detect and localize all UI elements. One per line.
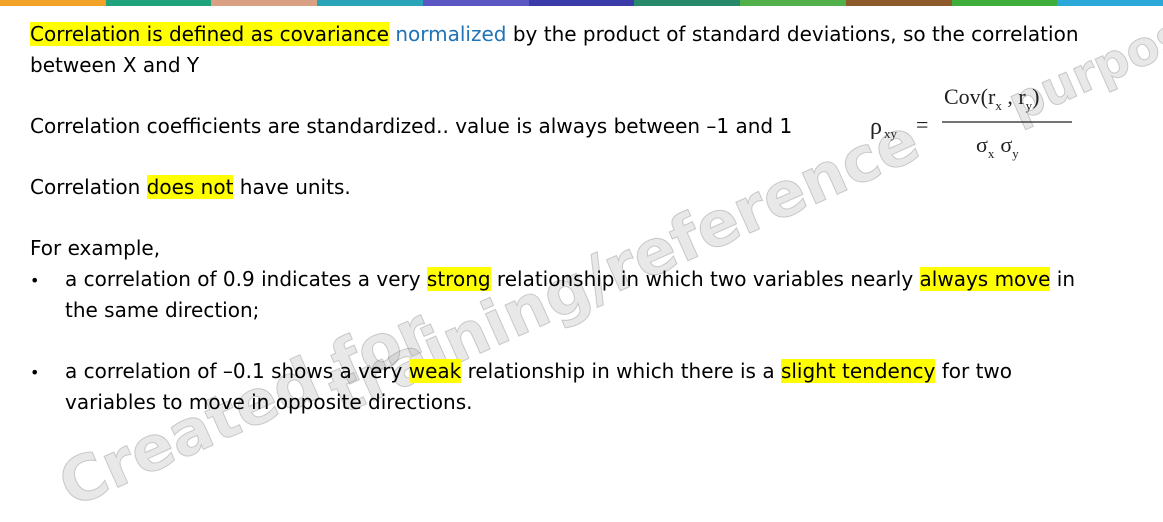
color-segment: [317, 0, 423, 6]
standardized-line: Correlation coefficients are standardize…: [30, 114, 793, 138]
numerator-text: ): [1032, 84, 1039, 109]
color-segment: [634, 0, 741, 6]
bullet-marker: •: [30, 271, 40, 290]
text-segment: in: [1050, 267, 1076, 291]
formula-numerator: Cov(rx , ry): [944, 84, 1039, 113]
bullet-item-strong-continued: the same direction;: [65, 298, 260, 322]
color-segment: [105, 0, 212, 6]
normalized-term: normalized: [395, 22, 507, 46]
equals-sign: =: [916, 112, 928, 137]
definition-line-continued: between X and Y: [30, 53, 200, 77]
sigma-symbol: σ: [976, 132, 988, 157]
text-segment: a correlation of 0.9 indicates a very: [65, 267, 427, 291]
highlighted-text: always move: [919, 267, 1051, 291]
sigma-symbol: σ: [1000, 132, 1012, 157]
rho-subscript: xy: [884, 126, 898, 141]
text-segment: a correlation of –0.1 shows a very: [65, 359, 409, 383]
highlighted-text: strong: [426, 267, 491, 291]
text-segment: have units.: [233, 175, 351, 199]
top-color-bar: [0, 0, 1163, 11]
color-segment: [422, 0, 529, 6]
bullet-item-weak-continued: variables to move in opposite directions…: [65, 390, 473, 414]
bullet-item-strong: a correlation of 0.9 indicates a very st…: [65, 264, 1075, 294]
text-segment: for two: [935, 359, 1013, 383]
numerator-text: Cov(r: [944, 84, 996, 109]
sigma-subscript: y: [1012, 146, 1019, 161]
units-line: Correlation does not have units.: [30, 172, 351, 202]
definition-line: Correlation is defined as covariance nor…: [30, 19, 1079, 49]
color-segment: [740, 0, 846, 6]
color-segment: [845, 0, 952, 6]
highlighted-text: does not: [146, 175, 234, 199]
highlighted-text: weak: [408, 359, 462, 383]
example-intro: For example,: [30, 236, 161, 260]
text-segment: relationship in which there is a: [461, 359, 781, 383]
highlighted-text: slight tendency: [780, 359, 936, 383]
color-segment: [528, 0, 635, 6]
bullet-marker: •: [30, 363, 40, 382]
color-segment: [211, 0, 318, 6]
text-segment: relationship in which two variables near…: [490, 267, 920, 291]
formula-denominator: σx σy: [976, 132, 1019, 161]
sigma-subscript: x: [988, 146, 995, 161]
text-segment: Correlation: [30, 175, 147, 199]
color-segment: [951, 0, 1058, 6]
color-segment: [0, 0, 106, 6]
correlation-formula: ρ xy = Cov(rx , ry) σx σy: [870, 84, 1072, 161]
bullet-item-weak: a correlation of –0.1 shows a very weak …: [65, 356, 1012, 386]
rho-symbol: ρ: [870, 114, 882, 140]
numerator-text: , r: [1002, 84, 1027, 109]
text-segment: by the product of standard deviations, s…: [506, 22, 1079, 46]
color-segment: [1057, 0, 1163, 6]
highlighted-text: Correlation is defined as covariance: [30, 22, 389, 46]
